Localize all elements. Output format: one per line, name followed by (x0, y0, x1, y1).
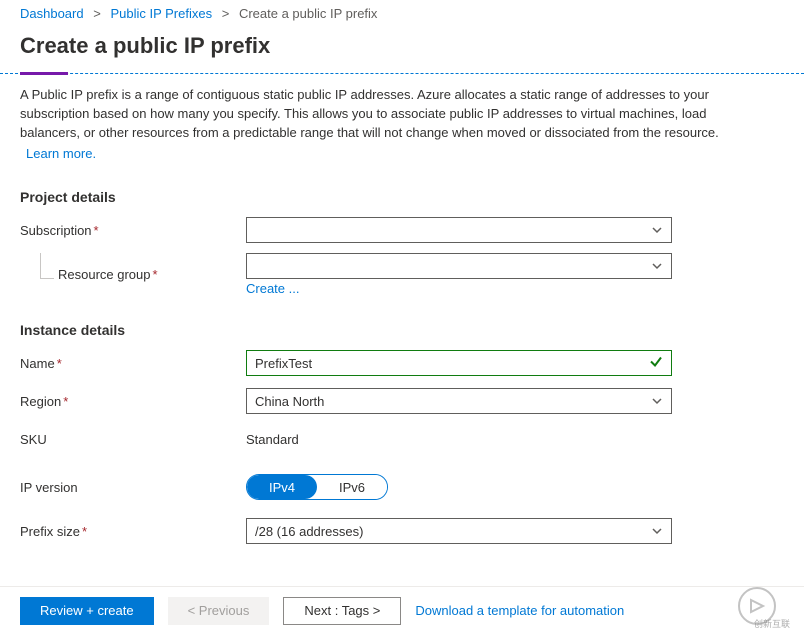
prefix-size-value: /28 (16 addresses) (255, 524, 363, 539)
name-value: PrefixTest (255, 356, 312, 371)
subscription-select[interactable] (246, 217, 672, 243)
form-content: A Public IP prefix is a range of contigu… (0, 74, 804, 634)
ip-version-ipv4[interactable]: IPv4 (247, 475, 317, 499)
learn-more-link[interactable]: Learn more. (26, 145, 96, 164)
create-new-resource-group-link[interactable]: Create ... (246, 281, 299, 296)
name-input[interactable]: PrefixTest (246, 350, 672, 376)
footer-bar: Review + create < Previous Next : Tags >… (0, 586, 804, 634)
label-region: Region * (20, 394, 246, 409)
resource-group-select[interactable] (246, 253, 672, 279)
label-ip-version: IP version (20, 480, 246, 495)
row-resource-group: Resource group * Create ... (20, 253, 784, 296)
tree-connector-icon (40, 253, 54, 279)
previous-button: < Previous (168, 597, 270, 625)
region-value: China North (255, 394, 324, 409)
section-project-details: Project details (20, 189, 784, 205)
chevron-down-icon (651, 395, 663, 407)
breadcrumb-sep-icon: > (222, 6, 230, 21)
prefix-size-select[interactable]: /28 (16 addresses) (246, 518, 672, 544)
row-region: Region * China North (20, 386, 784, 416)
download-template-link[interactable]: Download a template for automation (415, 603, 624, 618)
breadcrumb: Dashboard > Public IP Prefixes > Create … (0, 0, 804, 27)
ip-version-toggle: IPv4 IPv6 (246, 474, 388, 500)
required-marker: * (57, 356, 62, 371)
next-button[interactable]: Next : Tags > (283, 597, 401, 625)
row-ip-version: IP version IPv4 IPv6 (20, 472, 784, 502)
page-description: A Public IP prefix is a range of contigu… (20, 86, 760, 163)
required-marker: * (82, 524, 87, 539)
ip-version-ipv6[interactable]: IPv6 (317, 475, 387, 499)
label-resource-group: Resource group * (20, 267, 246, 282)
required-marker: * (94, 223, 99, 238)
required-marker: * (153, 267, 158, 282)
label-subscription: Subscription * (20, 223, 246, 238)
review-create-button[interactable]: Review + create (20, 597, 154, 625)
tab-divider (0, 73, 804, 74)
chevron-down-icon (651, 224, 663, 236)
breadcrumb-dashboard[interactable]: Dashboard (20, 6, 84, 21)
row-name: Name * PrefixTest (20, 348, 784, 378)
chevron-down-icon (651, 260, 663, 272)
section-instance-details: Instance details (20, 322, 784, 338)
row-subscription: Subscription * (20, 215, 784, 245)
label-sku: SKU (20, 432, 246, 447)
watermark-text: 创新互联 (754, 617, 790, 630)
label-prefix-size: Prefix size * (20, 524, 246, 539)
required-marker: * (63, 394, 68, 409)
region-select[interactable]: China North (246, 388, 672, 414)
row-sku: SKU Standard (20, 424, 784, 454)
breadcrumb-public-ip-prefixes[interactable]: Public IP Prefixes (110, 6, 212, 21)
active-tab-indicator (20, 72, 68, 75)
check-icon (649, 355, 663, 372)
page-title: Create a public IP prefix (0, 27, 804, 73)
row-prefix-size: Prefix size * /28 (16 addresses) (20, 516, 784, 546)
chevron-down-icon (651, 525, 663, 537)
sku-value: Standard (246, 432, 299, 447)
breadcrumb-current: Create a public IP prefix (239, 6, 378, 21)
label-name: Name * (20, 356, 246, 371)
breadcrumb-sep-icon: > (93, 6, 101, 21)
